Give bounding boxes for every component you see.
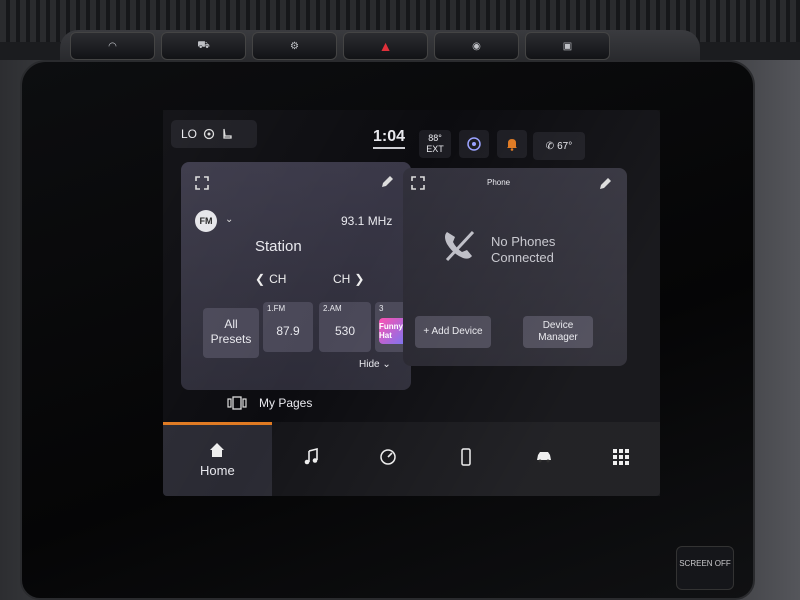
channel-next-button[interactable]: CH ❯	[333, 272, 364, 286]
edit-pencil-icon[interactable]	[379, 174, 395, 190]
pages-icon	[227, 396, 247, 410]
all-presets-button[interactable]: All Presets	[203, 308, 259, 358]
steering-heat-icon	[203, 128, 215, 140]
bell-icon	[507, 139, 517, 151]
nav-comfort[interactable]	[349, 422, 427, 496]
infotainment-display: LO 1:04 88° EXT ✆ 67° FM ⌄ 93.1 MHz Stat…	[163, 110, 660, 496]
my-pages-label: My Pages	[259, 396, 313, 410]
screen-off-button[interactable]: SCREEN OFF	[676, 546, 734, 590]
phone-icon	[461, 448, 471, 466]
radio-widget: FM ⌄ 93.1 MHz Station ❮ CH CH ❯ All Pres…	[181, 162, 423, 390]
music-note-icon	[304, 448, 318, 465]
nav-phone[interactable]	[427, 422, 505, 496]
nav-apps[interactable]	[582, 422, 660, 496]
my-pages-row[interactable]: My Pages	[227, 396, 312, 410]
bottom-nav: Home	[163, 422, 660, 496]
hazard-button[interactable]: ▲	[343, 32, 428, 60]
passenger-temp-text: 67°	[557, 140, 573, 152]
preset-value: 87.9	[276, 324, 300, 338]
hw-wifi-button[interactable]: ◠	[70, 32, 155, 60]
preset-number: 3	[379, 304, 384, 313]
nav-media[interactable]	[272, 422, 350, 496]
nav-home-label: Home	[200, 462, 235, 478]
expand-icon[interactable]	[411, 176, 425, 190]
apps-grid-icon	[613, 449, 630, 465]
phone-disconnected-icon	[445, 230, 475, 262]
clock: 1:04	[373, 128, 406, 149]
seat-heat-icon	[223, 128, 232, 139]
phone-small-icon: ✆	[545, 140, 555, 152]
band-badge[interactable]: FM	[195, 210, 217, 232]
no-phones-text: No Phones Connected	[491, 234, 556, 265]
chevron-down-icon: ⌄	[382, 359, 391, 370]
climate-passenger-control[interactable]: ✆ 67°	[533, 132, 585, 160]
hw-parksense-button[interactable]: ◉	[434, 32, 519, 60]
climate-driver-control[interactable]: LO	[171, 120, 257, 148]
chevron-left-icon: ❮	[255, 272, 266, 286]
chevron-right-icon: ❯	[354, 272, 365, 286]
hide-button[interactable]: Hide ⌄	[359, 359, 391, 370]
nav-vehicle[interactable]	[505, 422, 583, 496]
nav-home[interactable]: Home	[163, 422, 272, 496]
status-bar: LO 1:04 88° EXT ✆ 67°	[163, 110, 660, 160]
notifications-button[interactable]	[497, 130, 527, 158]
station-name: Station	[255, 238, 302, 255]
phone-widget: Phone No Phones Connected + Add Device D…	[403, 168, 627, 366]
hw-camera-button[interactable]: ▣	[525, 32, 610, 60]
outside-temp-value: 88°	[428, 133, 442, 143]
add-device-button[interactable]: + Add Device	[415, 316, 491, 348]
climate-dial-icon	[380, 449, 396, 465]
hw-traction-button[interactable]: ⚙	[252, 32, 337, 60]
frequency: 93.1 MHz	[341, 214, 393, 228]
channel-next-label: CH	[333, 272, 351, 286]
voice-assistant-icon	[467, 137, 481, 151]
hw-drive-mode-button[interactable]: ⛟	[161, 32, 246, 60]
preset-2[interactable]: 2.AM 530	[319, 302, 371, 352]
car-icon	[536, 452, 551, 463]
hide-label: Hide	[359, 359, 380, 370]
outside-temp-label: EXT	[426, 144, 444, 154]
voice-button[interactable]	[459, 130, 489, 158]
device-manager-button[interactable]: Device Manager	[523, 316, 593, 348]
edit-pencil-icon[interactable]	[597, 176, 613, 192]
channel-prev-label: CH	[269, 272, 287, 286]
outside-temp: 88° EXT	[419, 130, 451, 158]
preset-number: 2.AM	[323, 304, 342, 313]
expand-icon[interactable]	[195, 176, 209, 190]
preset-1[interactable]: 1.FM 87.9	[263, 302, 313, 352]
channel-prev-button[interactable]: ❮ CH	[255, 272, 286, 286]
driver-temp-text: LO	[181, 127, 198, 141]
preset-number: 1.FM	[267, 304, 286, 313]
home-icon	[210, 442, 225, 457]
phone-title: Phone	[487, 178, 511, 187]
preset-value: 530	[334, 324, 356, 338]
chevron-down-icon[interactable]: ⌄	[225, 214, 233, 225]
